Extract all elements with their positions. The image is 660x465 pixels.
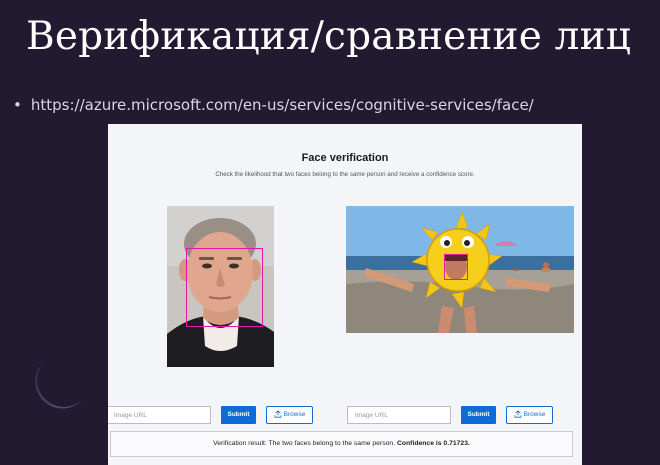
detected-face-box [444, 254, 468, 280]
detected-face-box [186, 248, 263, 327]
crescent-decoration-icon [35, 360, 82, 409]
app-subtitle: Check the likelihood that two faces belo… [215, 171, 475, 178]
upload-icon [274, 410, 282, 418]
left-image-url-input[interactable] [108, 406, 211, 424]
bullet-link-item: • https://azure.microsoft.com/en-us/servi… [13, 96, 534, 114]
face-verification-screenshot: Face verification Check the likelihood t… [108, 124, 582, 465]
left-browse-label: Browse [283, 411, 306, 418]
confidence-score: Confidence is 0.71723. [396, 440, 470, 447]
verification-result: Verification result: The two faces belon… [110, 431, 573, 457]
bullet-marker: • [13, 96, 22, 114]
right-browse-label: Browse [523, 411, 546, 418]
right-submit-button[interactable]: Submit [461, 406, 496, 424]
left-browse-button[interactable]: Browse [266, 406, 313, 424]
right-browse-button[interactable]: Browse [506, 406, 553, 424]
right-image-url-input[interactable] [347, 406, 451, 424]
app-title: Face verification [301, 152, 389, 164]
right-face-photo [346, 206, 574, 333]
azure-face-link[interactable]: https://azure.microsoft.com/en-us/servic… [31, 96, 534, 114]
slide-title: Верификация/сравнение лиц [26, 14, 632, 59]
result-text: Verification result: The two faces belon… [213, 440, 396, 447]
upload-icon [514, 410, 522, 418]
left-face-photo [167, 206, 274, 367]
left-submit-button[interactable]: Submit [221, 406, 256, 424]
